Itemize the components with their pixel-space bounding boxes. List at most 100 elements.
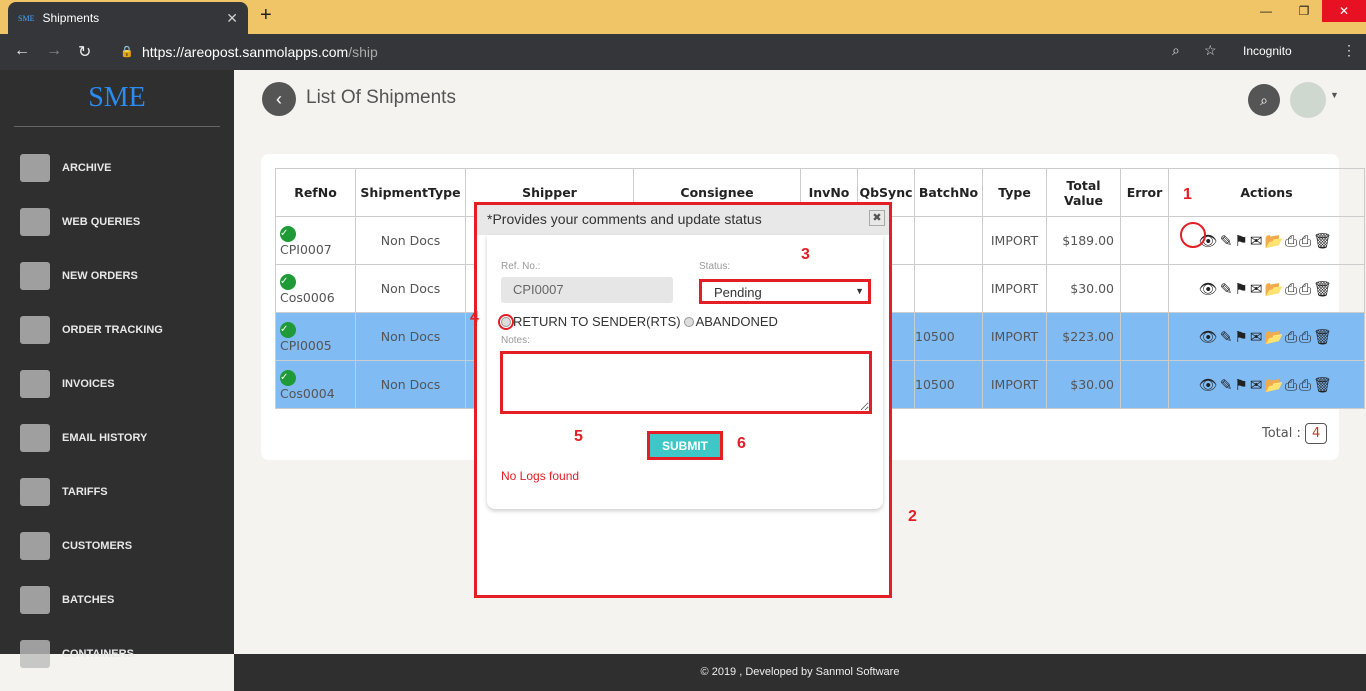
trash-icon[interactable]: 🗑	[1313, 280, 1334, 298]
edit-icon[interactable]: ✎	[1220, 328, 1235, 346]
column-header[interactable]: Total Value	[1046, 168, 1121, 217]
column-header[interactable]: Type	[982, 168, 1047, 217]
sidebar-item-email-history[interactable]: EMAIL HISTORY	[20, 418, 147, 458]
invoice-icon	[20, 370, 50, 398]
sidebar-item-new-orders[interactable]: NEW ORDERS	[20, 256, 138, 296]
avatar[interactable]	[1290, 82, 1326, 118]
browser-tab[interactable]: SME Shipments ✕	[8, 2, 248, 34]
ref-cell: ✓ CPI0005	[275, 312, 356, 361]
print-icon[interactable]: ⎙	[1299, 280, 1313, 298]
envelope-icon[interactable]: ✉	[1250, 280, 1265, 298]
close-tab-icon[interactable]: ✕	[226, 10, 238, 27]
ref-no: Cos0006	[280, 289, 335, 305]
sidebar: SME ARCHIVE WEB QUERIES NEW ORDERS ORDER TR…	[0, 70, 234, 668]
search-button[interactable]: ⌕	[1248, 84, 1280, 116]
envelope-icon[interactable]: ✉	[1250, 328, 1265, 346]
envelope-icon[interactable]: ✉	[1250, 376, 1265, 394]
close-window-icon[interactable]: ✕	[1322, 0, 1366, 22]
folder-open-icon[interactable]: 📂	[1264, 232, 1285, 250]
sidebar-item-batches[interactable]: BATCHES	[20, 580, 114, 620]
edit-icon[interactable]: ✎	[1220, 280, 1235, 298]
archive-icon	[20, 154, 50, 182]
print-icon[interactable]: ⎙	[1285, 328, 1299, 346]
status-modal: *Provides your comments and update statu…	[474, 202, 892, 598]
sidebar-item-tariffs[interactable]: TARIFFS	[20, 472, 108, 512]
reload-icon[interactable]: ↻	[78, 42, 91, 62]
no-logs-message: No Logs found	[501, 469, 580, 483]
flag-icon[interactable]: ⚑	[1234, 280, 1249, 298]
rts-radio[interactable]	[498, 313, 514, 330]
column-header[interactable]: ShipmentType	[355, 168, 466, 217]
eye-icon[interactable]: 👁	[1199, 376, 1220, 394]
folder-open-icon[interactable]: 📂	[1264, 376, 1285, 394]
sidebar-item-label: BATCHES	[62, 594, 115, 606]
column-header[interactable]: Error	[1120, 168, 1169, 217]
page-title: List Of Shipments	[306, 87, 456, 108]
sidebar-item-invoices[interactable]: INVOICES	[20, 364, 115, 404]
eye-icon[interactable]: 👁	[1199, 328, 1220, 346]
check-circle-icon: ✓	[280, 225, 296, 242]
status-select[interactable]: Pending ▼	[699, 279, 871, 304]
back-button[interactable]: ‹	[262, 82, 296, 116]
print-icon[interactable]: ⎙	[1299, 232, 1313, 250]
edit-icon[interactable]: ✎	[1220, 232, 1235, 250]
forward-icon[interactable]: →	[46, 42, 62, 60]
sidebar-item-web-queries[interactable]: WEB QUERIES	[20, 202, 140, 242]
sidebar-item-label: ARCHIVE	[62, 162, 112, 174]
menu-icon[interactable]: ⋮	[1342, 42, 1356, 59]
abandoned-radio[interactable]	[683, 316, 694, 327]
ref-cell: ✓ CPI0007	[275, 216, 356, 265]
print-icon[interactable]: ⎙	[1299, 376, 1313, 394]
flag-icon[interactable]: ⚑	[1234, 232, 1249, 250]
zoom-icon[interactable]: ⌕	[1172, 42, 1180, 59]
column-header[interactable]: BatchNo	[914, 168, 983, 217]
restore-icon[interactable]: ❐	[1284, 0, 1324, 22]
modal-body: Ref. No.: CPI0007 Status: Pending ▼ RETUR…	[487, 235, 883, 509]
folder-open-icon[interactable]: 📂	[1264, 328, 1285, 346]
edit-icon[interactable]: ✎	[1220, 376, 1235, 394]
sidebar-item-containers[interactable]: CONTAINERS	[20, 634, 134, 674]
flag-icon[interactable]: ⚑	[1234, 376, 1249, 394]
rts-label: RETURN TO SENDER(RTS)	[513, 314, 681, 329]
submit-button[interactable]: SUBMIT	[647, 431, 723, 460]
eye-icon[interactable]: 👁	[1199, 280, 1220, 298]
total-count: Total : 4	[1262, 423, 1328, 444]
total-label: Total :	[1262, 426, 1301, 441]
new-tab-icon[interactable]: +	[260, 4, 272, 27]
type-cell: IMPORT	[982, 264, 1047, 313]
folder-open-icon[interactable]: 📂	[1264, 280, 1285, 298]
ref-no: Cos0004	[280, 385, 335, 401]
error-cell	[1120, 216, 1169, 265]
star-icon[interactable]: ☆	[1204, 42, 1217, 59]
trash-icon[interactable]: 🗑	[1313, 232, 1334, 250]
column-header[interactable]: Actions	[1168, 168, 1365, 217]
caret-down-icon[interactable]: ▼	[1330, 90, 1339, 100]
minimize-icon[interactable]: —	[1246, 0, 1286, 22]
print-icon[interactable]: ⎙	[1299, 328, 1313, 346]
notes-textarea[interactable]	[500, 351, 872, 414]
column-header[interactable]: RefNo	[275, 168, 356, 217]
sidebar-item-label: CUSTOMERS	[62, 540, 133, 552]
sidebar-item-archive[interactable]: ARCHIVE	[20, 148, 112, 188]
url-field[interactable]: 🔒 https://areopost.sanmolapps.com/ship	[112, 40, 1232, 64]
sidebar-item-customers[interactable]: CUSTOMERS	[20, 526, 132, 566]
total-value-cell: $30.00	[1046, 264, 1121, 313]
browser-tabstrip: SME Shipments ✕ + — ❐ ✕	[0, 0, 1366, 34]
sidebar-item-label: EMAIL HISTORY	[62, 432, 148, 444]
trash-icon[interactable]: 🗑	[1313, 376, 1334, 394]
print-icon[interactable]: ⎙	[1285, 376, 1299, 394]
flag-icon[interactable]: ⚑	[1234, 328, 1249, 346]
close-icon[interactable]: ✖	[869, 210, 885, 226]
print-icon[interactable]: ⎙	[1285, 232, 1299, 250]
sidebar-item-order-tracking[interactable]: ORDER TRACKING	[20, 310, 163, 350]
print-icon[interactable]: ⎙	[1285, 280, 1299, 298]
ref-no-field[interactable]: CPI0007	[501, 277, 673, 303]
favicon: SME	[18, 13, 35, 23]
envelope-icon[interactable]: ✉	[1250, 232, 1265, 250]
trash-icon[interactable]: 🗑	[1313, 328, 1334, 346]
annotation-6: 6	[737, 435, 746, 452]
ref-label: Ref. No.:	[501, 261, 541, 272]
back-icon[interactable]: ←	[14, 42, 30, 60]
cart-icon	[20, 262, 50, 290]
actions-cell: 👁✎⚑✉📂⎙⎙🗑	[1168, 312, 1365, 361]
